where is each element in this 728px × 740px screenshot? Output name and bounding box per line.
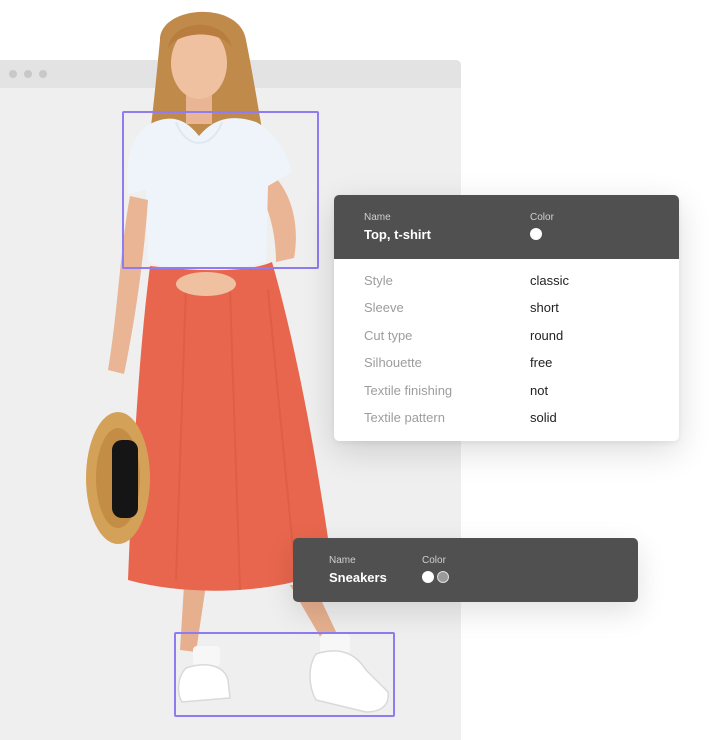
item-name: Sneakers (329, 570, 387, 585)
item-name: Top, t-shirt (364, 227, 431, 242)
attribute-row: Textile pattern solid (334, 408, 679, 428)
attribute-name: Sleeve (364, 300, 404, 315)
attribute-name: Textile finishing (364, 383, 453, 398)
top-detection-box[interactable] (122, 111, 319, 269)
attribute-name: Cut type (364, 328, 413, 343)
sneakers-detail-card: Name Sneakers Color (293, 538, 638, 602)
attribute-name: Style (364, 273, 393, 288)
color-label: Color (422, 555, 446, 566)
name-label: Name (364, 212, 391, 223)
attribute-value: short (530, 300, 559, 315)
attribute-row: Sleeve short (334, 298, 679, 318)
attribute-row: Cut type round (334, 326, 679, 346)
attribute-value: solid (530, 410, 557, 425)
name-label: Name (329, 555, 356, 566)
hands (176, 272, 236, 296)
color-swatch-white (530, 228, 542, 240)
color-label: Color (530, 212, 554, 223)
attribute-value: classic (530, 273, 570, 288)
attribute-value: free (530, 355, 553, 370)
attribute-name: Silhouette (364, 355, 422, 370)
top-card-header: Name Top, t-shirt Color (334, 195, 679, 259)
attribute-value: round (530, 328, 564, 343)
color-swatch-white (422, 571, 434, 583)
attribute-row: Textile finishing not (334, 381, 679, 401)
attribute-row: Style classic (334, 271, 679, 291)
top-detail-card: Name Top, t-shirt Color Style classic Sl… (334, 195, 679, 441)
attribute-value: not (530, 383, 549, 398)
attribute-name: Textile pattern (364, 410, 445, 425)
sneakers-detection-box[interactable] (174, 632, 395, 717)
color-swatch-gray (437, 571, 449, 583)
attribute-row: Silhouette free (334, 353, 679, 373)
